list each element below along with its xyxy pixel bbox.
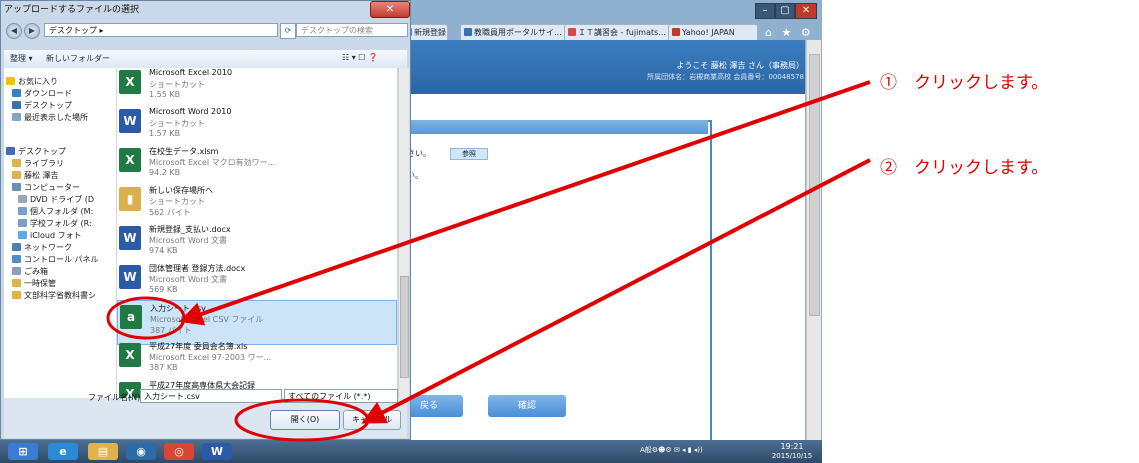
callout-step1: ① クリックします。 (880, 73, 1049, 93)
arrow-step2 (361, 158, 871, 424)
highlight-open-ellipse (234, 398, 370, 442)
callout-step2: ② クリックします。 (880, 158, 1049, 178)
arrow-step1 (178, 80, 871, 326)
highlight-file-ellipse (106, 296, 186, 340)
